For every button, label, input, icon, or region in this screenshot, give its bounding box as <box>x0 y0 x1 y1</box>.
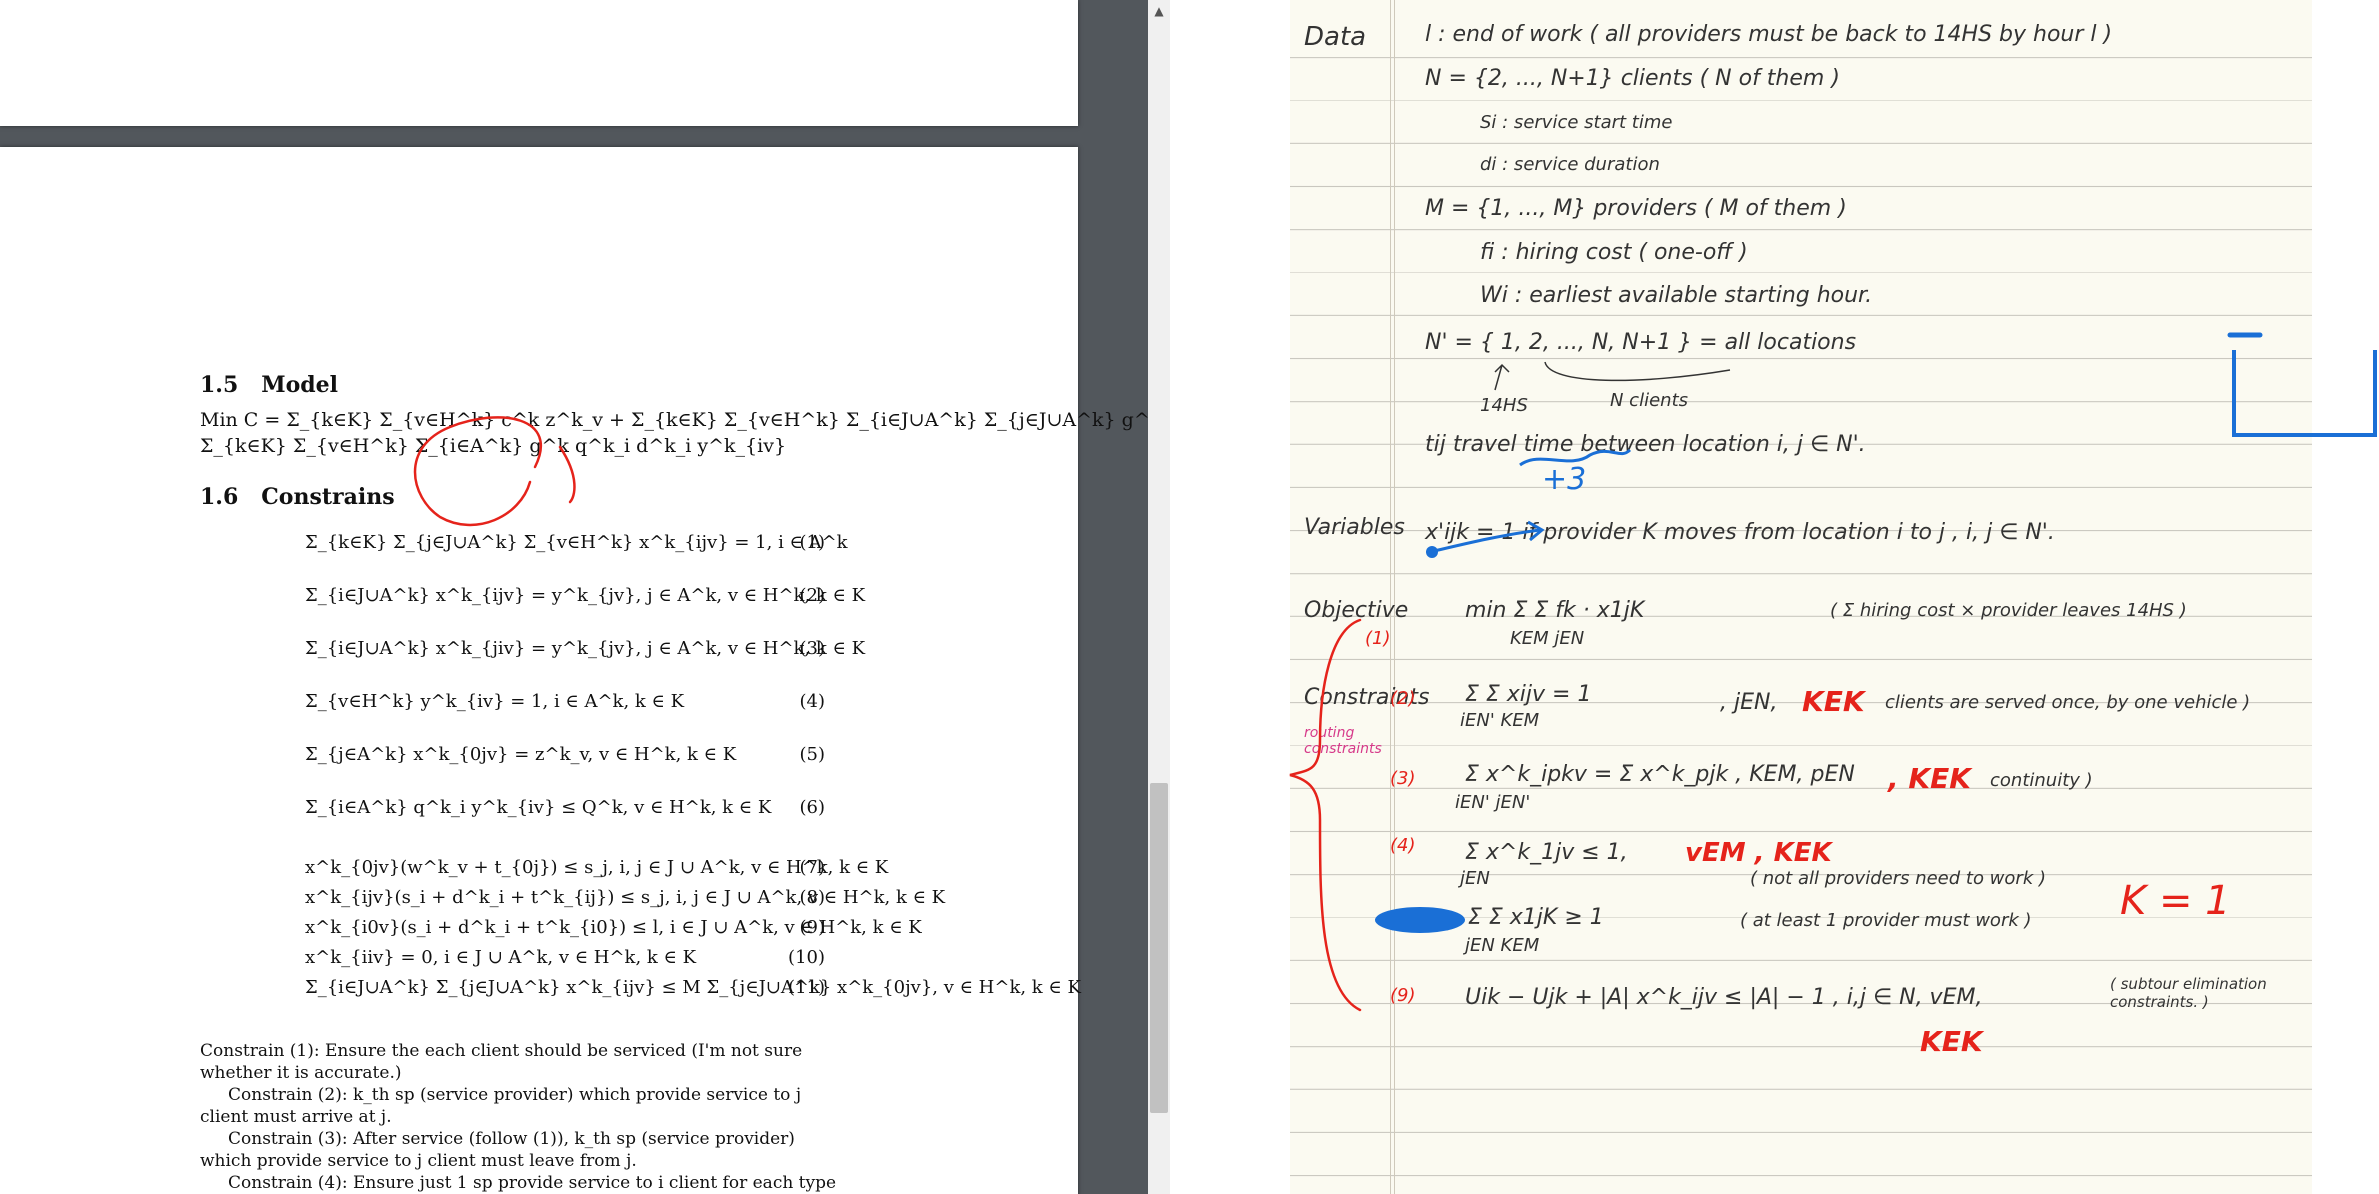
scroll-up-arrow-icon[interactable]: ▲ <box>1148 0 1170 22</box>
pdf-page-current: 1.5 Model Min C = Σ_{k∈K} Σ_{v∈H^k} c^k … <box>0 147 1170 1194</box>
red-circle-annotation <box>413 416 576 527</box>
pdf-page-previous <box>0 0 1078 126</box>
pdf-viewer[interactable]: 1.5 Model Min C = Σ_{k∈K} Σ_{v∈H^k} c^k … <box>0 0 1170 1194</box>
notebook-ink-strokes <box>1289 332 2377 1012</box>
pdf-scroll-thumb[interactable] <box>1150 783 1168 1113</box>
notebook-page[interactable]: Data l : end of work ( all providers mus… <box>1289 0 2377 1194</box>
notebook-canvas-area[interactable]: Data l : end of work ( all providers mus… <box>1170 0 2379 1194</box>
